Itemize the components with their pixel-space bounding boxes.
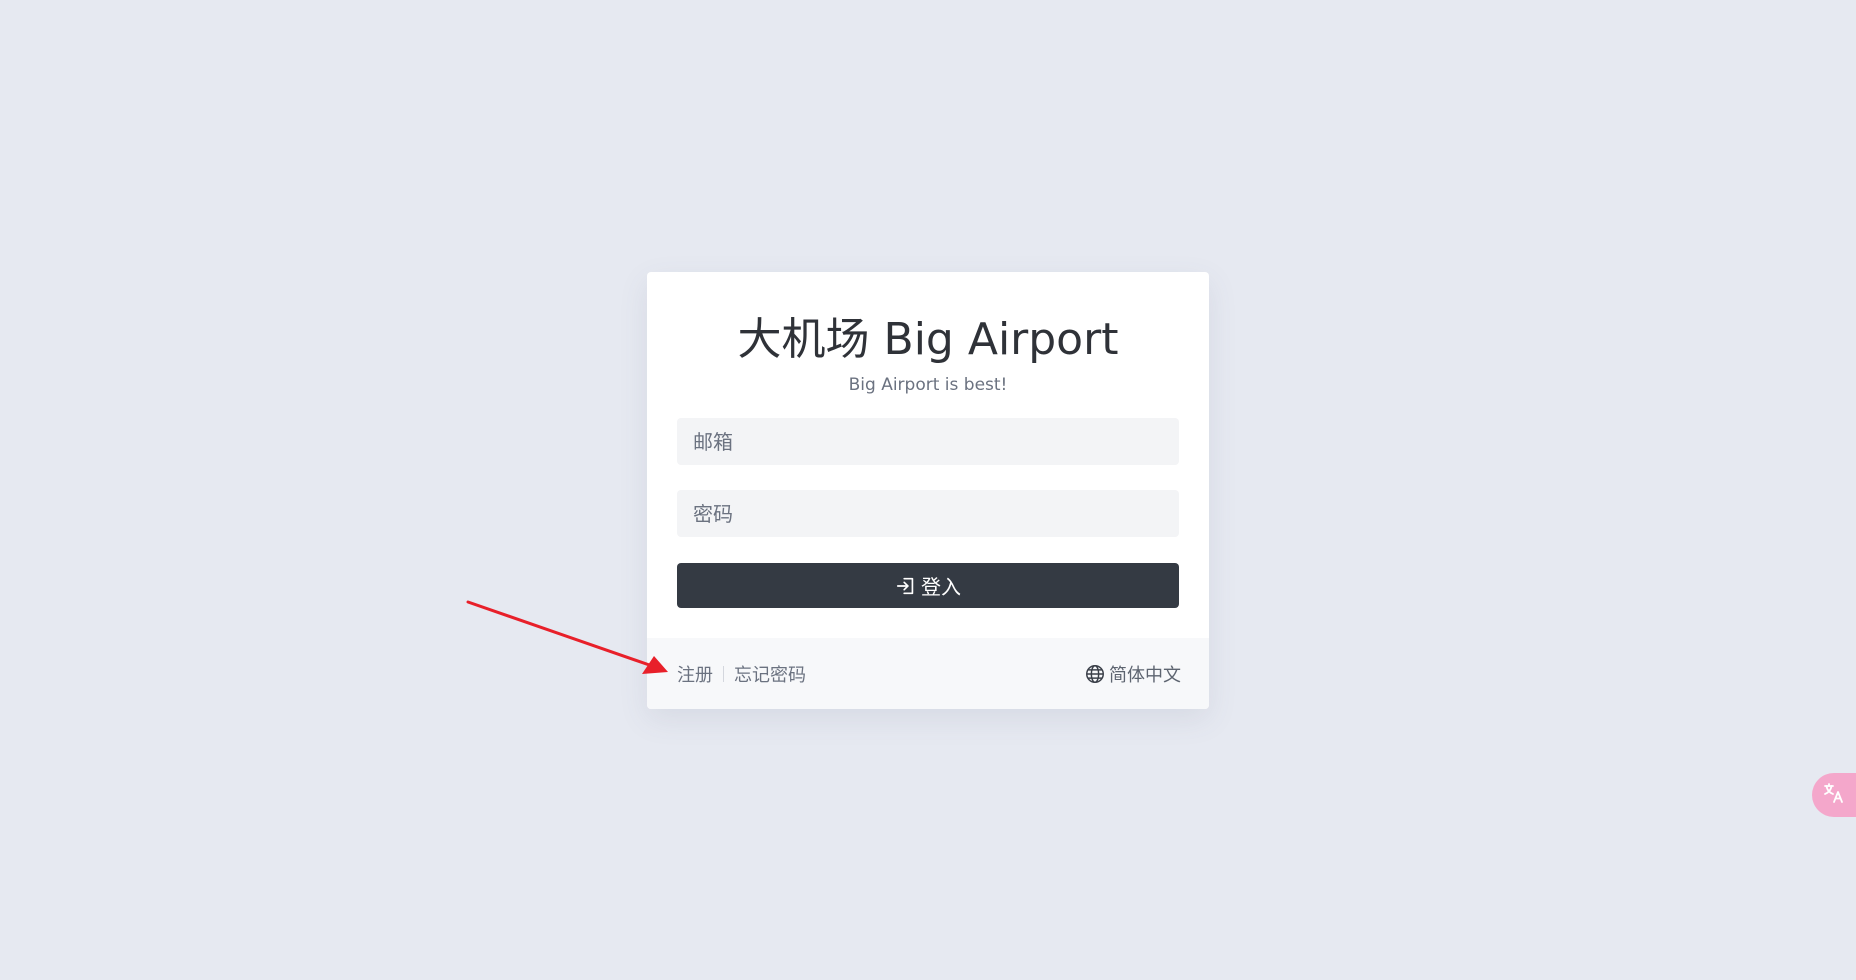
login-button-label: 登入 [921, 575, 961, 599]
page: 大机场 Big Airport Big Airport is best! 登入 … [0, 0, 1856, 980]
page-title: 大机场 Big Airport [737, 314, 1119, 365]
annotation-arrow [466, 600, 668, 674]
email-field[interactable] [677, 418, 1179, 465]
login-card: 大机场 Big Airport Big Airport is best! 登入 … [647, 272, 1209, 709]
globe-icon [1084, 663, 1106, 685]
language-label: 简体中文 [1109, 664, 1181, 686]
translate-floating-button[interactable] [1812, 773, 1856, 817]
footer-links: 注册 忘记密码 [677, 661, 806, 687]
language-selector[interactable]: 简体中文 [1084, 661, 1181, 687]
login-button[interactable]: 登入 [677, 563, 1179, 608]
footer-divider [723, 665, 724, 682]
login-card-footer: 注册 忘记密码 简体中文 [647, 638, 1209, 709]
forgot-password-link[interactable]: 忘记密码 [734, 661, 806, 687]
translate-icon [1822, 781, 1846, 809]
login-card-body: 大机场 Big Airport Big Airport is best! 登入 [647, 272, 1209, 638]
page-subtitle: Big Airport is best! [848, 375, 1008, 395]
sign-in-icon [895, 575, 917, 597]
password-field[interactable] [677, 490, 1179, 537]
